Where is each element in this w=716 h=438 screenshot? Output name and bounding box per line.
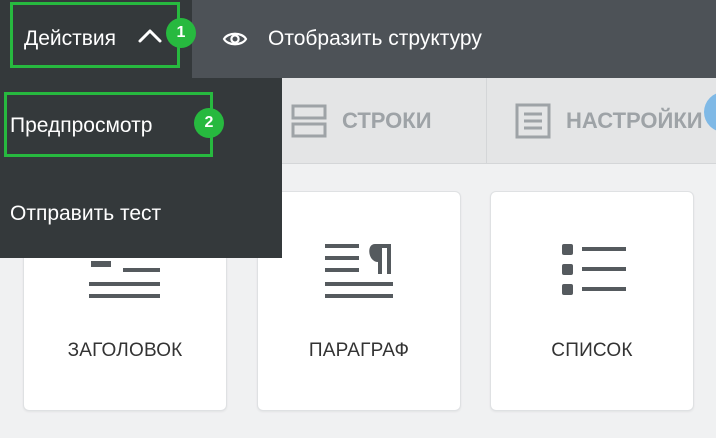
actions-dropdown-menu: Предпросмотр Отправить тест [0, 78, 282, 258]
show-structure-label: Отобразить структуру [268, 27, 482, 50]
paragraph-block-card[interactable]: ПАРАГРАФ [257, 191, 461, 411]
menu-item-preview[interactable]: Предпросмотр [10, 114, 152, 138]
menu-item-send-test[interactable]: Отправить тест [10, 202, 161, 226]
list-card-label: СПИСОК [551, 340, 633, 361]
list-icon [491, 240, 693, 300]
step-badge-2: 2 [194, 108, 224, 138]
tab-rows[interactable]: СТРОКИ [290, 78, 432, 164]
tab-settings[interactable]: НАСТРОЙКИ [514, 78, 703, 164]
paragraph-card-label: ПАРАГРАФ [308, 340, 410, 361]
floating-action-button[interactable] [704, 92, 716, 132]
paragraph-icon [258, 240, 460, 304]
actions-menu-button[interactable]: Действия [0, 0, 192, 78]
step-badge-1: 1 [166, 18, 196, 48]
show-structure-button[interactable]: Отобразить структуру [222, 0, 482, 78]
actions-label: Действия [24, 27, 117, 50]
list-block-card[interactable]: СПИСОК [490, 191, 694, 411]
top-toolbar: Действия Отобразить структуру [0, 0, 716, 78]
tab-settings-label: НАСТРОЙКИ [566, 108, 703, 133]
eye-icon [222, 30, 248, 48]
email-editor-page: Действия Отобразить структуру СТРОКИ НАС… [0, 0, 716, 438]
settings-doc-icon [514, 102, 552, 140]
heading-card-label: ЗАГОЛОВОК [67, 340, 183, 361]
rows-icon [290, 102, 328, 140]
chevron-up-icon [137, 24, 163, 52]
tab-divider [486, 78, 487, 164]
tab-rows-label: СТРОКИ [342, 108, 432, 133]
